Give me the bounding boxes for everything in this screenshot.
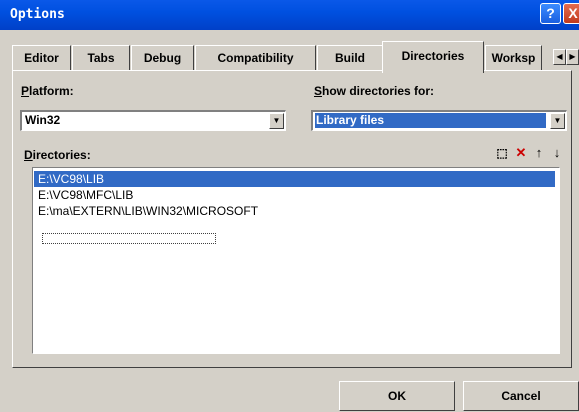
list-item[interactable]: E:\ma\EXTERN\LIB\WIN32\MICROSOFT xyxy=(34,203,555,219)
help-button[interactable]: ? xyxy=(540,3,561,24)
show-directories-label: Show directories for: xyxy=(314,84,435,98)
tab-scroll-buttons: ◀ ▶ xyxy=(553,49,579,65)
scroll-right-icon[interactable]: ▶ xyxy=(566,49,579,65)
directories-header: Directories: ⬚ ✕ ↑ ↓ xyxy=(20,144,566,164)
tab-debug[interactable]: Debug xyxy=(131,45,194,71)
tab-build[interactable]: Build xyxy=(317,45,383,71)
directories-label: Directories: xyxy=(24,148,91,162)
platform-value: Win32 xyxy=(25,113,61,127)
list-item[interactable]: E:\VC98\LIB xyxy=(34,171,555,187)
tab-workspace[interactable]: Worksp xyxy=(485,45,542,71)
platform-select[interactable]: Win32 ▼ xyxy=(20,110,286,131)
tab-directories[interactable]: Directories xyxy=(382,41,484,73)
chevron-down-icon[interactable]: ▼ xyxy=(269,113,284,129)
show-directories-select[interactable]: Library files ▼ xyxy=(311,110,567,131)
delete-icon[interactable]: ✕ xyxy=(514,146,528,160)
move-down-icon[interactable]: ↓ xyxy=(550,146,564,160)
ok-button[interactable]: OK xyxy=(339,381,455,411)
new-entry-slot[interactable] xyxy=(42,233,216,244)
tab-editor[interactable]: Editor xyxy=(12,45,71,71)
tab-tabs[interactable]: Tabs xyxy=(72,45,130,71)
title-bar[interactable]: Options ? X xyxy=(0,0,579,30)
list-item[interactable]: E:\VC98\MFC\LIB xyxy=(34,187,555,203)
close-button[interactable]: X xyxy=(563,3,579,24)
directories-list[interactable]: E:\VC98\LIB E:\VC98\MFC\LIB E:\ma\EXTERN… xyxy=(32,167,560,354)
window-title: Options xyxy=(10,7,65,22)
cancel-button[interactable]: Cancel xyxy=(463,381,579,411)
new-folder-icon[interactable]: ⬚ xyxy=(495,146,509,160)
move-up-icon[interactable]: ↑ xyxy=(532,146,546,160)
show-directories-value: Library files xyxy=(315,113,546,128)
platform-label: Platform: xyxy=(21,84,74,98)
scroll-left-icon[interactable]: ◀ xyxy=(553,49,566,65)
chevron-down-icon[interactable]: ▼ xyxy=(550,113,565,129)
tab-compatibility[interactable]: Compatibility xyxy=(195,45,316,71)
tab-strip: Editor Tabs Debug Compatibility Build Di… xyxy=(12,41,555,73)
options-dialog: Options ? X Editor Tabs Debug Compatibil… xyxy=(0,0,579,412)
